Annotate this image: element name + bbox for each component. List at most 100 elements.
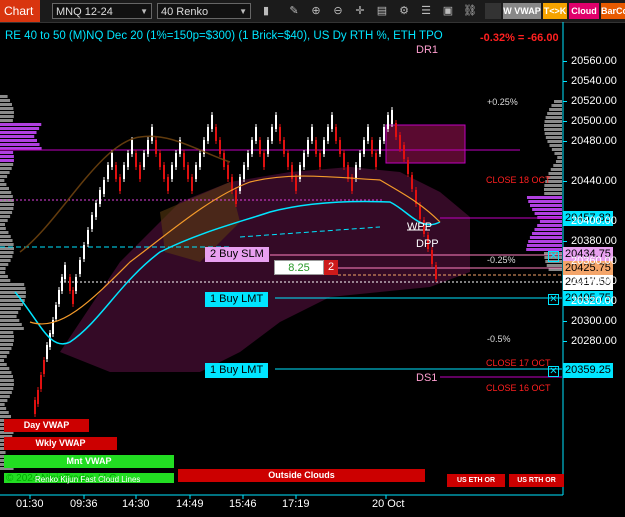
renko-brick [215, 127, 217, 141]
renko-brick [431, 250, 433, 264]
profile-bar [0, 387, 14, 390]
order-qty[interactable]: 2 [324, 260, 338, 275]
bar-style-icon[interactable]: ▮ [259, 3, 273, 19]
chart-tab[interactable]: Chart [0, 0, 40, 22]
renko-brick [155, 140, 157, 154]
price-tick-label: 20540.00 [571, 74, 617, 87]
profile-bar [0, 271, 6, 274]
properties-icon[interactable]: ☰ [419, 3, 433, 19]
profile-bar [544, 132, 562, 135]
profile-bar [526, 196, 562, 199]
profile-bar [0, 167, 12, 170]
wkly-vwap-button[interactable]: Wkly VWAP [4, 437, 117, 450]
price-tick-label: 20520.00 [571, 94, 617, 107]
renko-brick [399, 135, 401, 149]
mnt-vwap-button[interactable]: Mnt VWAP [4, 455, 174, 468]
profile-bar [544, 188, 562, 191]
time-tick-label: 14:30 [122, 498, 150, 510]
time-tick-label: 09:36 [70, 498, 98, 510]
profile-bar [0, 283, 25, 286]
profile-bar [550, 168, 562, 171]
profile-bar [0, 323, 22, 326]
drawing-tools-icon[interactable]: ✎ [287, 3, 301, 19]
bar-type-selector[interactable]: 40 Renko ▼ [157, 3, 251, 19]
profile-bar [0, 227, 6, 230]
indicators-icon[interactable]: ▤ [375, 3, 389, 19]
price-tick-label: 20360.00 [571, 254, 617, 267]
cloud-button[interactable]: Cloud [569, 3, 599, 19]
time-tick-label: 20 Oct [372, 498, 405, 510]
renko-brick [72, 290, 74, 304]
renko-brick [139, 165, 141, 179]
renko-brick [187, 165, 189, 179]
profile-bar [0, 183, 7, 186]
profile-bar [0, 215, 11, 218]
renko-brick [299, 165, 301, 179]
link-icon[interactable]: ⛓ [463, 3, 477, 19]
price-tick-label: 20440.00 [571, 174, 617, 187]
snapshot-icon[interactable]: ▣ [441, 3, 455, 19]
profile-bar [554, 152, 562, 155]
renko-brick [69, 277, 71, 291]
renko-brick [239, 177, 241, 191]
price-tick-label: 20320.00 [571, 294, 617, 307]
renko-brick [199, 153, 201, 167]
crosshair-icon[interactable]: ✛ [353, 3, 367, 19]
renko-brick [347, 165, 349, 179]
profile-bar [0, 155, 14, 158]
renko-brick [259, 140, 261, 154]
price-tick-label: 20300.00 [571, 314, 617, 327]
close-order-icon[interactable]: ✕ [548, 294, 559, 305]
profile-bar [0, 267, 6, 270]
renko-brick [411, 175, 413, 189]
profile-bar [532, 208, 562, 211]
day-vwap-button[interactable]: Day VWAP [4, 419, 89, 432]
close-18-oct-label: CLOSE 18 OCT [486, 175, 551, 185]
profile-bar [0, 331, 14, 334]
profile-bar [0, 223, 5, 226]
renko-brick [323, 140, 325, 154]
close-order-icon[interactable]: ✕ [548, 366, 559, 377]
time-tick-label: 15:46 [229, 498, 257, 510]
renko-brick [95, 203, 97, 217]
tk-button[interactable]: T<>K [543, 3, 567, 19]
renko-brick [34, 400, 36, 414]
renko-brick [419, 205, 421, 219]
renko-brick [367, 127, 369, 141]
instrument-selector[interactable]: MNQ 12-24 ▼ [52, 3, 152, 19]
profile-bar [0, 343, 14, 346]
buy-slm-order[interactable]: 2 Buy SLM [205, 247, 269, 262]
us-rth-or-button[interactable]: US RTH OR [509, 474, 564, 487]
us-eth-or-button[interactable]: US ETH OR [447, 474, 505, 487]
profile-bar [0, 287, 26, 290]
price-box[interactable]: 8.25 [274, 260, 324, 275]
profile-bar [0, 131, 37, 134]
profile-bar [0, 403, 5, 406]
profile-bar [0, 99, 11, 102]
renko-brick [251, 140, 253, 154]
profile-bar [529, 236, 562, 239]
strategies-icon[interactable]: ⚙ [397, 3, 411, 19]
zoom-out-icon[interactable]: ⊖ [331, 3, 345, 19]
profile-bar [0, 399, 8, 402]
time-tick-label: 14:49 [176, 498, 204, 510]
renko-brick [111, 153, 113, 167]
renko-brick [335, 127, 337, 141]
renko-brick [123, 165, 125, 179]
indicator-name: Renko Kijun Fast Cloud Lines [35, 475, 141, 484]
profile-bar [544, 128, 562, 131]
renko-brick [107, 165, 109, 179]
zoom-in-icon[interactable]: ⊕ [309, 3, 323, 19]
price-tick-label: 20380.00 [571, 234, 617, 247]
buy-lmt-order-2[interactable]: 1 Buy LMT [205, 363, 269, 378]
renko-brick [255, 127, 257, 141]
outside-clouds-button[interactable]: Outside Clouds [178, 469, 425, 482]
profile-bar [544, 120, 562, 123]
w-vwap-button[interactable]: W VWAP [503, 3, 541, 19]
minus-05-label: -0.5% [487, 334, 511, 344]
barcolor-button[interactable]: BarCo [601, 3, 625, 19]
renko-brick [46, 345, 48, 359]
buy-lmt-order-1[interactable]: 1 Buy LMT [205, 292, 269, 307]
renko-brick [267, 140, 269, 154]
close-order-icon[interactable]: ✕ [548, 251, 559, 262]
